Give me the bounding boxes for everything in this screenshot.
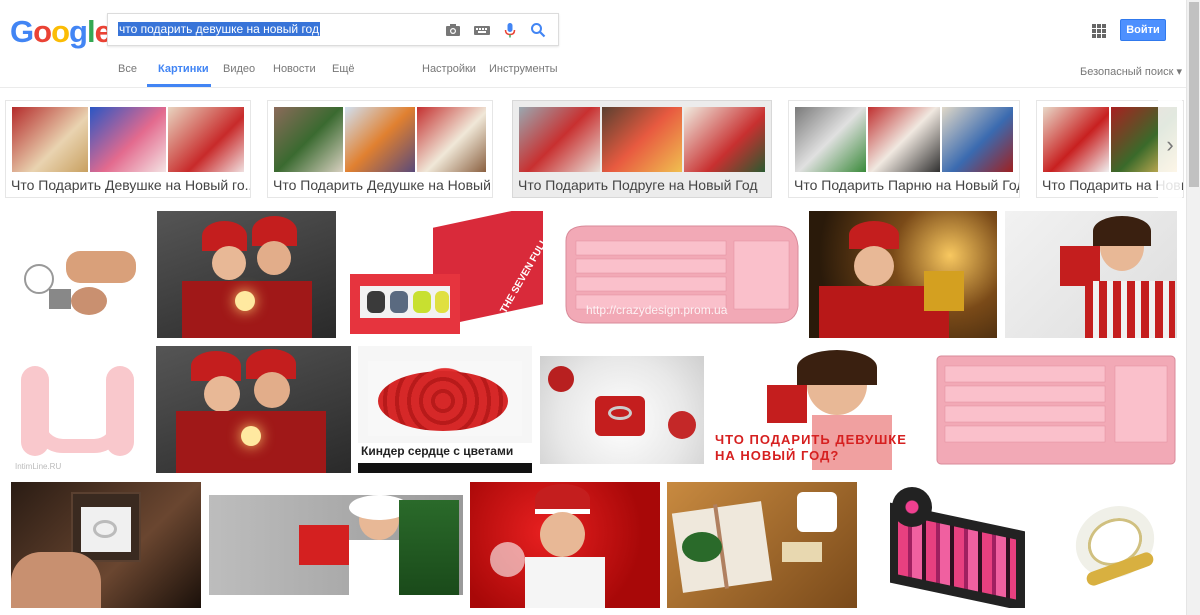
image-result[interactable]: http://crazydesign.prom.ua xyxy=(556,211,802,338)
search-query-text[interactable]: что подарить девушке на новый год xyxy=(118,22,320,36)
related-search-label: Что Подарить Подруге на Новый Год xyxy=(518,177,758,193)
image-result[interactable] xyxy=(209,495,463,595)
related-search-label: Что Подарить Девушке на Новый го... xyxy=(11,177,251,193)
image-result[interactable] xyxy=(667,482,857,608)
image-result[interactable] xyxy=(1005,211,1177,338)
image-result[interactable] xyxy=(11,211,149,338)
image-result[interactable] xyxy=(1045,482,1177,608)
image-result[interactable] xyxy=(11,482,201,608)
tab-images[interactable]: Картинки xyxy=(158,63,209,75)
image-result[interactable] xyxy=(156,346,351,473)
tab-more[interactable]: Ещё xyxy=(332,63,355,75)
tab-news[interactable]: Новости xyxy=(273,63,316,75)
image-result[interactable] xyxy=(870,482,1030,608)
tab-settings[interactable]: Настройки xyxy=(422,63,476,75)
search-icon[interactable] xyxy=(529,21,547,39)
related-search-chip[interactable]: Что Подарить Дедушке на Новый... xyxy=(267,100,493,198)
tab-video[interactable]: Видео xyxy=(223,63,255,75)
image-result[interactable]: THE SEVEN FULL COLLECTION xyxy=(345,211,548,338)
related-search-label: Что Подарить Дедушке на Новый... xyxy=(273,177,493,193)
pink-keyboard-image xyxy=(936,355,1176,465)
related-search-chip[interactable]: Что Подарить Подруге на Новый Год xyxy=(512,100,772,198)
image-result[interactable]: ЧТО ПОДАРИТЬ ДЕВУШКЕ НА НОВЫЙ ГОД? xyxy=(712,350,920,470)
related-search-label: Что Подарить Парню на Новый Год xyxy=(794,177,1020,193)
header: Google что подарить девушке на новый год… xyxy=(0,0,1200,88)
signin-button[interactable]: Войти xyxy=(1120,19,1166,41)
safe-search-dropdown[interactable]: Безопасный поиск ▾ xyxy=(1080,65,1182,78)
keychain-image xyxy=(24,251,136,315)
keyboard-icon[interactable] xyxy=(473,21,491,39)
tab-all[interactable]: Все xyxy=(118,63,137,75)
image-result[interactable] xyxy=(809,211,997,338)
related-search-chip[interactable]: Что Подарить Парню на Новый Год xyxy=(788,100,1020,198)
related-search-chip[interactable]: Что Подарить Девушке на Новый го... xyxy=(5,100,251,198)
active-tab-indicator xyxy=(147,84,211,87)
image-result[interactable]: IntimLine.RU xyxy=(11,346,147,473)
image-result[interactable] xyxy=(157,211,336,338)
chevron-right-icon[interactable]: › xyxy=(1158,95,1182,199)
camera-icon[interactable] xyxy=(444,21,462,39)
image-result[interactable] xyxy=(540,356,704,464)
google-logo[interactable]: Google xyxy=(10,14,112,50)
apps-grid-icon[interactable] xyxy=(1092,24,1106,38)
image-result[interactable] xyxy=(470,482,660,608)
search-input[interactable]: что подарить девушке на новый год xyxy=(107,13,559,46)
page-scrollbar[interactable] xyxy=(1186,0,1200,615)
image-result[interactable]: Киндер сердце с цветами xyxy=(358,346,532,473)
microphone-icon[interactable] xyxy=(501,21,519,39)
image-result[interactable] xyxy=(935,354,1177,466)
pink-keyboard-image xyxy=(565,225,799,324)
tab-tools[interactable]: Инструменты xyxy=(489,63,558,75)
